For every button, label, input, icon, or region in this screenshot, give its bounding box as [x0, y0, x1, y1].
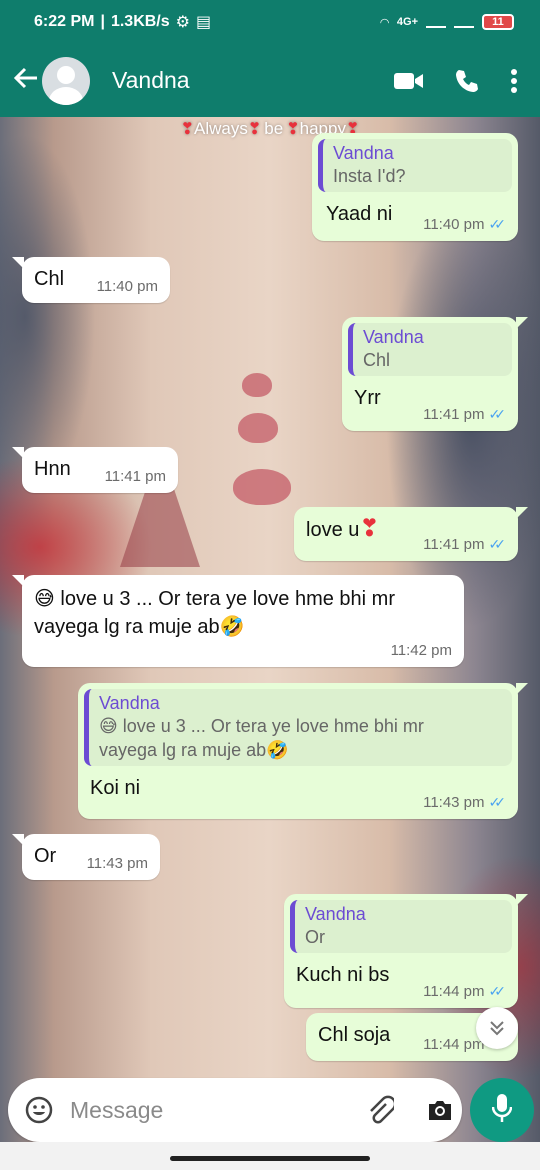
message-time: 11:42 pm [390, 642, 452, 659]
wifi-icon: ◠ [380, 16, 389, 29]
wallpaper-heart [238, 413, 278, 443]
toolbar: Vandna [0, 44, 540, 117]
message-bubble-incoming[interactable]: 😅 love u 3 ... Or tera ye love hme bhi m… [12, 575, 464, 667]
network-type: 4G+ [396, 16, 418, 28]
message-time: 11:41 pm [104, 468, 166, 485]
system-nav-bar [0, 1142, 540, 1170]
message-time: 11:43 pm ✓✓ [423, 794, 506, 811]
message-time: 11:44 pm✓✓ [423, 983, 506, 1000]
emoji-icon[interactable] [24, 1095, 54, 1125]
mic-button[interactable] [470, 1078, 534, 1142]
status-bar: 6:22 PM | 1.3KB/s ⚙ ▤ ◠ 4G+ 11 [0, 0, 540, 44]
signal-icon [426, 16, 446, 28]
double-check-icon: ✓✓ [488, 983, 507, 999]
contact-name[interactable]: Vandna [112, 67, 190, 94]
message-time: 11:43 pm [86, 855, 148, 872]
quoted-message[interactable]: Vandna 😅 love u 3 ... Or tera ye love hm… [84, 689, 512, 766]
more-vert-icon[interactable] [510, 68, 518, 94]
home-indicator[interactable] [170, 1156, 370, 1161]
avatar[interactable] [42, 56, 90, 105]
message-bubble-incoming[interactable]: Or 11:43 pm [12, 834, 160, 880]
signal-icon-2 [454, 16, 474, 28]
message-bubble-outgoing[interactable]: Vandna Or Kuch ni bs 11:44 pm ✓✓ [284, 894, 528, 1008]
message-time: 11:40 pm [96, 278, 158, 295]
camera-icon[interactable] [426, 1098, 454, 1122]
message-time: 11:41 pm ✓✓ [423, 536, 506, 553]
quoted-message[interactable]: Vandna Chl [348, 323, 512, 376]
double-chevron-down-icon[interactable] [476, 1007, 518, 1049]
message-time: 11:40 pm ✓✓ [423, 216, 506, 233]
message-time: 11:41 pm ✓✓ [423, 406, 506, 423]
double-check-icon: ✓✓ [488, 536, 507, 552]
mic-icon [491, 1093, 513, 1128]
chat-wallpaper: ❣ Always ❣ be ❣ happy ❣ Vandna Insta I'd… [0, 117, 540, 1142]
quoted-message[interactable]: Vandna Or [290, 900, 512, 953]
double-check-icon: ✓✓ [488, 216, 507, 232]
message-input[interactable] [70, 1096, 366, 1124]
video-call-icon[interactable] [394, 71, 424, 91]
double-check-icon: ✓✓ [488, 406, 507, 422]
paperclip-icon[interactable] [366, 1095, 394, 1125]
battery-icon: 11 [482, 14, 514, 30]
double-check-icon: ✓✓ [488, 794, 507, 810]
status-time: 6:22 PM [34, 13, 95, 30]
message-bubble-outgoing[interactable]: Vandna Chl Yrr 11:41 pm ✓✓ [342, 317, 528, 431]
message-bubble-incoming[interactable]: Chl 11:40 pm [12, 257, 170, 303]
wallpaper-heart [233, 469, 291, 505]
message-bubble-incoming[interactable]: Hnn 11:41 pm [12, 447, 178, 493]
quoted-message[interactable]: Vandna Insta I'd? [318, 139, 512, 192]
message-bubble-outgoing[interactable]: Vandna Insta I'd? Yaad ni 11:40 pm ✓✓ [312, 133, 518, 241]
message-composer [8, 1078, 462, 1142]
message-bubble-outgoing[interactable]: Vandna 😅 love u 3 ... Or tera ye love hm… [78, 683, 528, 819]
phone-icon[interactable] [454, 68, 480, 94]
message-text: 😅 love u 3 ... Or tera ye love hme bhi m… [34, 588, 395, 638]
message-notification-icon: ▤ [196, 14, 212, 31]
message-bubble-outgoing[interactable]: love u❣ 11:41 pm ✓✓ [294, 507, 528, 561]
heart-emoji: ❣ [359, 515, 380, 542]
network-speed: 1.3KB/s [110, 13, 170, 30]
chat-header: 6:22 PM | 1.3KB/s ⚙ ▤ ◠ 4G+ 11 Vandna [0, 0, 540, 117]
wallpaper-heart [242, 373, 272, 397]
arrow-left-icon[interactable] [6, 64, 46, 98]
gear-icon: ⚙ [175, 14, 190, 31]
